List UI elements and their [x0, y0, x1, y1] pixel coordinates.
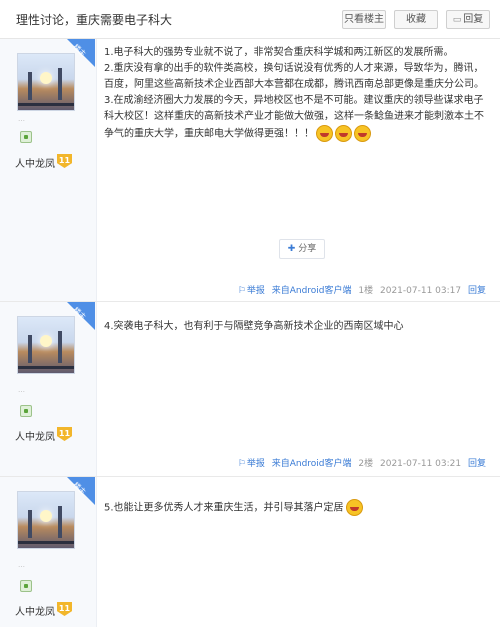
level-badge: 11 — [57, 427, 72, 441]
post-line: 5.也能让更多优秀人才来重庆生活，并引导其落户定居 — [104, 499, 488, 517]
report-icon: ⚐ — [237, 286, 246, 296]
thread-title: 理性讨论，重庆需要电子科大 — [16, 13, 173, 27]
reply-link[interactable]: 回复 — [468, 286, 486, 296]
level-name: 人中龙凤 — [15, 159, 55, 170]
reply-label: 回复 — [463, 14, 484, 25]
post-floor-1: 楼主 … 人中龙凤 11 1.电子科大的强势专业就不说了，非常契合重庆科学城和两… — [0, 39, 500, 302]
favorite-button[interactable]: 收藏 — [394, 10, 438, 29]
author-sidebar: 楼主 … 人中龙凤 11 — [0, 39, 97, 301]
post-line: 1.电子科大的强势专业就不说了，非常契合重庆科学城和两江新区的发展所需。 — [104, 47, 454, 58]
reply-button[interactable]: ▭ 回复 — [446, 10, 490, 29]
post-line: 2.重庆没有拿的出手的软件类高校，换句话说没有优秀的人才来源，导致华为，腾讯，百… — [104, 63, 484, 90]
share-label: 分享 — [298, 244, 317, 254]
level-badge: 11 — [57, 154, 72, 168]
avatar[interactable] — [17, 316, 75, 374]
level-name: 人中龙凤 — [15, 607, 55, 618]
report-link[interactable]: 举报 — [247, 286, 265, 296]
author-sidebar: 楼主 … 人中龙凤 11 — [0, 302, 97, 476]
post-line: 3.在成渝经济圈大力发展的今天，异地校区也不是不可能。建议重庆的领导些谋求电子科… — [104, 93, 488, 143]
only-op-button[interactable]: 只看楼主 — [342, 10, 386, 29]
client-source[interactable]: 来自Android客户端 — [272, 286, 352, 296]
thread-header: 理性讨论，重庆需要电子科大 只看楼主 收藏 ▭ 回复 — [0, 0, 500, 39]
comment-icon: ▭ — [452, 15, 462, 25]
post-time: 2021-07-11 03:17 — [380, 286, 462, 296]
post-meta: ⚐举报 来自Android客户端 2楼 2021-07-11 03:21 回复 — [234, 456, 486, 469]
level-badge: 11 — [57, 602, 72, 616]
member-icon — [20, 131, 32, 143]
post-time: 2021-07-11 03:21 — [380, 459, 462, 469]
laugh-emoji-icon — [316, 125, 333, 142]
smile-emoji-icon — [345, 499, 363, 516]
share-icon: ✚ — [287, 244, 296, 254]
avatar[interactable] — [17, 491, 75, 549]
reply-link[interactable]: 回复 — [468, 459, 486, 469]
avatar[interactable] — [17, 53, 75, 111]
report-icon: ⚐ — [237, 459, 246, 469]
post-content: 4.突袭电子科大，也有利于与隔壁竞争高新技术企业的西南区域中心 — [104, 319, 488, 335]
member-icon — [20, 580, 32, 592]
post-content: 1.电子科大的强势专业就不说了，非常契合重庆科学城和两江新区的发展所需。 2.重… — [104, 45, 488, 143]
share-button[interactable]: ✚ 分享 — [279, 239, 325, 259]
post-floor-3: 楼主 … 人中龙凤 11 5.也能让更多优秀人才来重庆生活，并引导其落户定居 — [0, 477, 500, 627]
floor-number: 2楼 — [358, 459, 374, 469]
post-line: 4.突袭电子科大，也有利于与隔壁竞争高新技术企业的西南区域中心 — [104, 321, 404, 332]
author-nick[interactable]: … — [18, 115, 78, 124]
floor-number: 1楼 — [358, 286, 374, 296]
level-name: 人中龙凤 — [15, 432, 55, 443]
laugh-emoji-icon — [354, 125, 371, 142]
author-sidebar: 楼主 … 人中龙凤 11 — [0, 477, 97, 627]
client-source[interactable]: 来自Android客户端 — [272, 459, 352, 469]
member-icon — [20, 405, 32, 417]
post-meta: ⚐举报 来自Android客户端 1楼 2021-07-11 03:17 回复 — [234, 283, 486, 296]
author-nick[interactable]: … — [18, 386, 78, 395]
laugh-emoji-icon — [335, 125, 352, 142]
author-nick[interactable]: … — [18, 561, 78, 570]
post-floor-2: 楼主 … 人中龙凤 11 4.突袭电子科大，也有利于与隔壁竞争高新技术企业的西南… — [0, 302, 500, 477]
post-content: 5.也能让更多优秀人才来重庆生活，并引导其落户定居 — [104, 499, 488, 517]
report-link[interactable]: 举报 — [247, 459, 265, 469]
